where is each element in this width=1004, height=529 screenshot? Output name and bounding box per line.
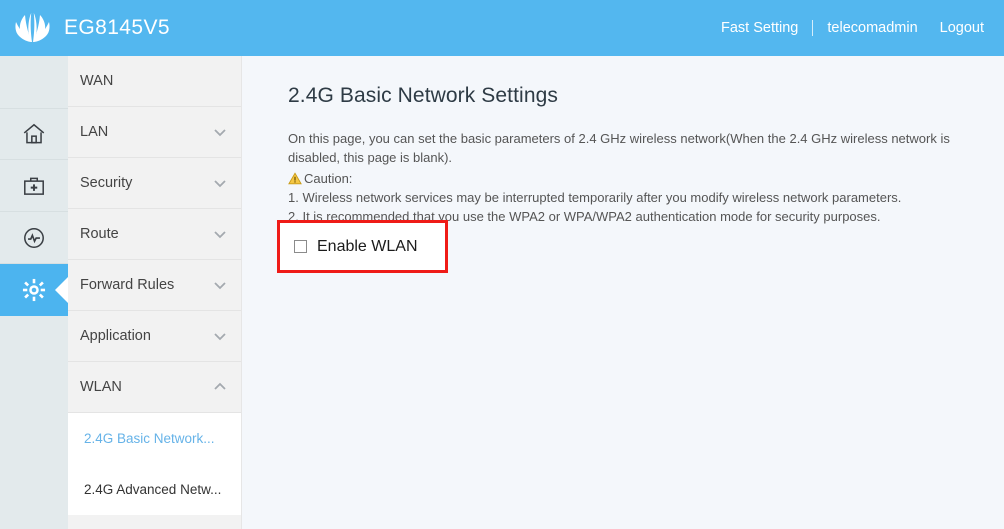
sidebar-item-label: Application: [80, 328, 151, 344]
sidebar-submenu-wlan: 2.4G Basic Network... 2.4G Advanced Netw…: [68, 413, 241, 515]
enable-wlan-label[interactable]: Enable WLAN: [317, 238, 418, 256]
sidebar-item-label: Forward Rules: [80, 277, 175, 293]
chevron-down-icon: [214, 282, 226, 290]
sidebar-item-route[interactable]: Route: [68, 209, 241, 260]
description-text: On this page, you can set the basic para…: [288, 131, 950, 165]
header-divider: [812, 20, 814, 36]
sidebar-item-label: LAN: [80, 124, 109, 140]
warning-triangle-icon: [288, 172, 302, 185]
rail-item-home[interactable]: [0, 108, 68, 160]
sidebar-item-label: WAN: [80, 73, 114, 89]
sidebar-item-lan[interactable]: LAN: [68, 107, 241, 158]
chevron-down-icon: [214, 333, 226, 341]
rail-item-settings[interactable]: [0, 264, 68, 316]
sidebar-item-application[interactable]: Application: [68, 311, 241, 362]
sidebar-item-2-4g-basic-network[interactable]: 2.4G Basic Network...: [68, 413, 241, 464]
sidebar-item-label: Route: [80, 226, 119, 242]
gear-icon: [22, 278, 46, 301]
icon-rail: [0, 56, 68, 529]
sidebar-item-wlan[interactable]: WLAN: [68, 362, 241, 413]
page-title: 2.4G Basic Network Settings: [288, 84, 558, 107]
huawei-logo-icon: [15, 13, 50, 42]
main-content: 2.4G Basic Network Settings On this page…: [243, 56, 1004, 529]
active-pointer: [55, 276, 68, 303]
sidebar-item-label: Security: [80, 175, 133, 191]
top-header: EG8145V5 Fast Setting telecomadmin Logou…: [0, 0, 1004, 56]
chevron-up-icon: [214, 382, 226, 390]
enable-wlan-highlight-box: Enable WLAN: [277, 220, 448, 273]
router-admin-page: EG8145V5 Fast Setting telecomadmin Logou…: [0, 0, 1004, 529]
toolkit-icon: [24, 177, 44, 195]
chevron-down-icon: [214, 129, 226, 137]
rail-item-toolkit[interactable]: [0, 160, 68, 212]
brand: EG8145V5: [0, 12, 170, 44]
brand-name: EG8145V5: [64, 16, 170, 39]
diagnostics-icon: [24, 227, 44, 248]
sidebar-item-2-4g-advanced-network[interactable]: 2.4G Advanced Netw...: [68, 464, 241, 515]
sidebar-item-label: WLAN: [80, 379, 122, 395]
chevron-down-icon: [214, 180, 226, 188]
logout-link[interactable]: Logout: [940, 20, 984, 36]
enable-wlan-checkbox[interactable]: [294, 240, 307, 253]
fast-setting-link[interactable]: Fast Setting: [721, 20, 798, 36]
sidebar-item-wan[interactable]: WAN: [68, 56, 241, 107]
rail-item-diagnostics[interactable]: [0, 212, 68, 264]
caution-item-1: 1. Wireless network services may be inte…: [288, 190, 902, 205]
sidebar-item-forward-rules[interactable]: Forward Rules: [68, 260, 241, 311]
page-description: On this page, you can set the basic para…: [288, 129, 953, 226]
header-actions: Fast Setting telecomadmin Logout: [721, 20, 1004, 36]
sidebar-item-security[interactable]: Security: [68, 158, 241, 209]
sidebar-menu: WAN LAN Security Route Forward Rules App…: [68, 56, 242, 529]
current-user-label[interactable]: telecomadmin: [827, 20, 917, 36]
chevron-down-icon: [214, 231, 226, 239]
home-icon: [23, 123, 45, 144]
caution-label: Caution:: [304, 171, 353, 186]
caution-header: Caution:: [288, 169, 953, 188]
